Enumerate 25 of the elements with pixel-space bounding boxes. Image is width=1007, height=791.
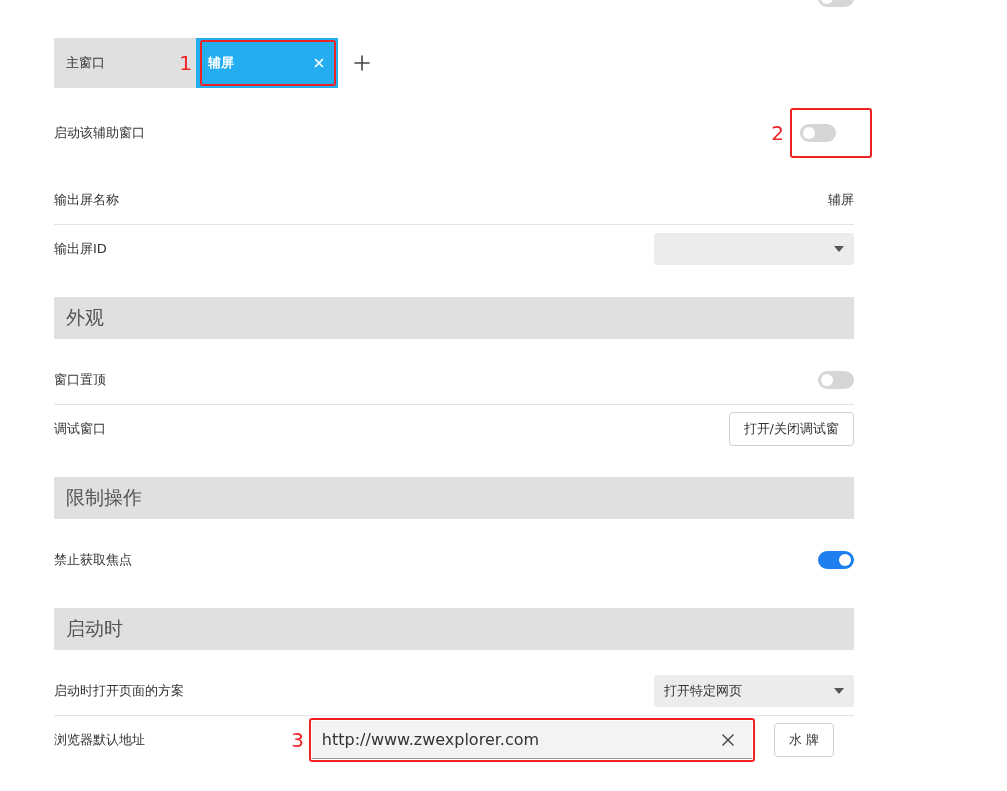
annotation-number: 2	[771, 121, 784, 145]
setting-label: 调试窗口	[54, 420, 106, 438]
section-header: 限制操作	[54, 477, 854, 519]
caret-icon	[834, 688, 844, 694]
toggle-switch[interactable]	[818, 551, 854, 569]
setting-label: 输出屏ID	[54, 240, 107, 258]
setting-value: 辅屏	[828, 191, 854, 209]
toggle-switch[interactable]	[800, 124, 836, 142]
section-header: 启动时	[54, 608, 854, 650]
setting-label: 启动时打开页面的方案	[54, 682, 184, 700]
debug-button[interactable]: 打开/关闭调试窗	[728, 412, 854, 446]
watermark-button[interactable]: 水 牌	[773, 723, 834, 757]
setting-label: 窗口置顶	[54, 371, 106, 389]
toggle-switch[interactable]	[818, 371, 854, 389]
annotation-number: 3	[291, 728, 304, 752]
section-header: 外观	[54, 297, 854, 339]
caret-icon	[834, 246, 844, 252]
dropdown[interactable]: 打开特定网页	[654, 675, 854, 707]
close-icon[interactable]	[312, 56, 326, 70]
setting-label: 输出屏名称	[54, 191, 119, 209]
setting-label: 浏览器默认地址	[54, 731, 145, 749]
annotation-number: 1	[179, 51, 192, 75]
setting-label: 禁止获取焦点	[54, 551, 132, 569]
setting-label: 启动该辅助窗口	[54, 124, 145, 142]
url-field[interactable]: http://www.zwexplorer.com	[311, 721, 752, 759]
